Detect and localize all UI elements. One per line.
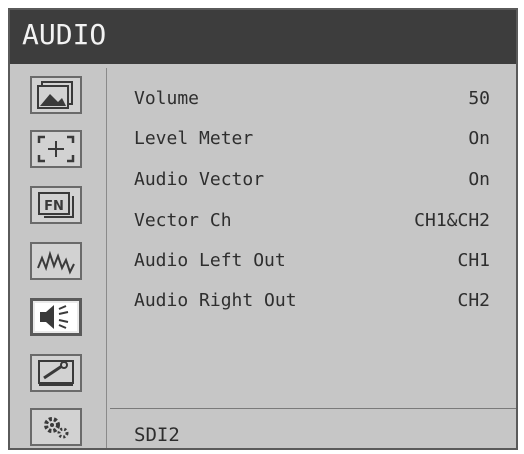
gear-icon — [44, 417, 69, 439]
picture-icon — [37, 81, 73, 109]
sidebar-item-system-setup[interactable] — [30, 354, 82, 392]
input-source-label: SDI2 — [134, 424, 180, 446]
row-value[interactable]: CH1 — [457, 250, 490, 271]
row-value[interactable]: CH2 — [457, 290, 490, 311]
menu-row-audio-vector[interactable]: Audio Vector On — [134, 165, 490, 195]
row-label: Volume — [134, 88, 200, 109]
row-label: Level Meter — [134, 128, 254, 149]
row-value[interactable]: CH1&CH2 — [414, 210, 490, 231]
sidebar-item-picture[interactable] — [30, 76, 82, 114]
menu-row-vector-ch[interactable]: Vector Ch CH1&CH2 — [134, 206, 490, 236]
title-bar: AUDIO — [10, 10, 516, 64]
row-label: Audio Left Out — [134, 250, 286, 271]
row-label: Audio Right Out — [134, 290, 297, 311]
sidebar-item-marker[interactable] — [30, 130, 82, 168]
sidebar-item-function[interactable]: FN — [30, 186, 82, 224]
waveform-icon — [37, 250, 75, 275]
menu-row-level-meter[interactable]: Level Meter On — [134, 124, 490, 154]
speaker-icon — [40, 305, 69, 329]
row-value[interactable]: On — [468, 128, 490, 149]
menu-title: AUDIO — [22, 18, 107, 51]
row-label: Audio Vector — [134, 169, 265, 190]
marker-icon — [37, 135, 75, 163]
settings-list: Volume 50 Level Meter On Audio Vector On… — [110, 68, 514, 408]
sidebar-item-audio[interactable] — [30, 298, 82, 336]
menu-row-audio-left-out[interactable]: Audio Left Out CH1 — [134, 246, 490, 276]
row-value[interactable]: On — [468, 169, 490, 190]
svg-text:FN: FN — [44, 199, 64, 214]
category-sidebar: FN — [14, 68, 107, 448]
sidebar-item-waveform[interactable] — [30, 242, 82, 280]
menu-row-audio-right-out[interactable]: Audio Right Out CH2 — [134, 286, 490, 316]
row-label: Vector Ch — [134, 210, 232, 231]
row-value[interactable]: 50 — [468, 88, 490, 109]
footer-divider — [110, 408, 516, 409]
system-setup-icon — [38, 360, 74, 386]
audio-menu-window: AUDIO FN Volume 50 Level Meter On Audio … — [8, 8, 518, 450]
sidebar-item-settings[interactable] — [30, 408, 82, 446]
fn-icon: FN — [38, 192, 74, 218]
menu-row-volume[interactable]: Volume 50 — [134, 84, 490, 114]
